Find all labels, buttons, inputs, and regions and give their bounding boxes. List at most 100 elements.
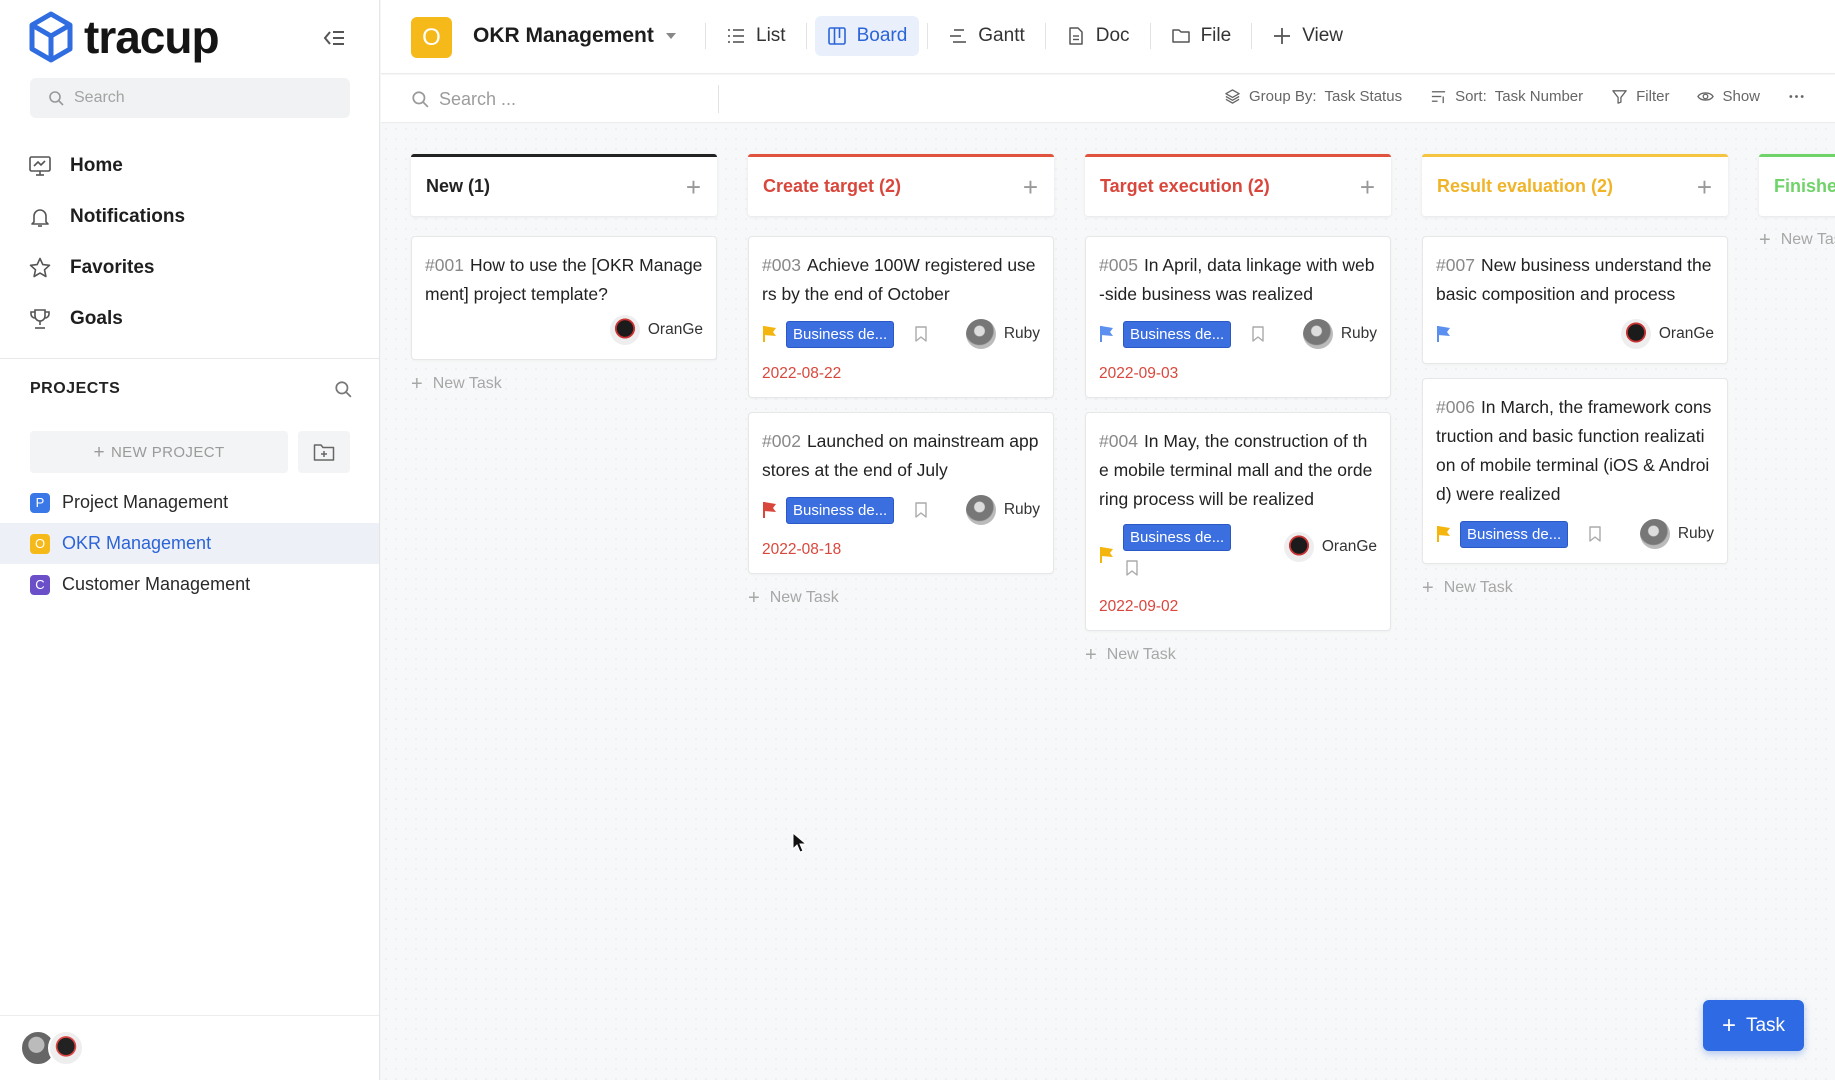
task-assignee[interactable]: Ruby — [1302, 319, 1377, 349]
priority-flag-icon[interactable] — [762, 501, 778, 519]
group-by-button[interactable]: Group By: Task Status — [1224, 88, 1402, 105]
new-task-button[interactable]: + New Task — [1759, 230, 1835, 250]
task-assignee[interactable]: Ruby — [965, 495, 1040, 525]
sort-button[interactable]: Sort: Task Number — [1430, 88, 1583, 105]
task-card[interactable]: #006 In March, the framework construction… — [1422, 378, 1728, 564]
show-button[interactable]: Show — [1697, 88, 1760, 105]
new-task-button[interactable]: + New Task — [748, 588, 1054, 608]
task-tag[interactable]: Business de... — [1123, 524, 1232, 551]
tab-list[interactable]: List — [714, 16, 798, 56]
column-header[interactable]: Result evaluation (2) + — [1422, 154, 1728, 216]
bookmark-icon[interactable] — [1586, 525, 1604, 543]
member-avatars[interactable] — [20, 1030, 84, 1066]
layers-icon — [1225, 89, 1240, 104]
tab-doc[interactable]: Doc — [1054, 16, 1142, 56]
task-title: #001 How to use the [OKR Management] proj… — [425, 251, 703, 309]
tab-file[interactable]: File — [1159, 16, 1244, 56]
add-card-icon[interactable]: + — [1360, 174, 1375, 200]
new-task-button[interactable]: + New Task — [1085, 645, 1391, 665]
tracup-logo[interactable]: tracup — [28, 10, 220, 64]
task-tag[interactable]: Business de... — [1460, 520, 1569, 548]
project-item[interactable]: C Customer Management — [0, 564, 379, 605]
avatar — [1639, 519, 1670, 549]
monitor-icon — [29, 155, 51, 176]
task-title-text: Achieve 100W registered users by the end… — [762, 255, 1036, 304]
project-item[interactable]: O OKR Management — [0, 523, 379, 564]
sidebar-search-input[interactable]: Search — [30, 78, 350, 118]
new-project-button[interactable]: + NEW PROJECT — [30, 431, 288, 473]
search-icon[interactable] — [334, 380, 352, 398]
bookmark-icon[interactable] — [912, 325, 930, 343]
avatar — [965, 319, 996, 349]
nav-item-favorites[interactable]: Favorites — [28, 242, 185, 293]
project-switcher[interactable]: OKR Management — [473, 24, 676, 48]
new-task-button[interactable]: + New Task — [1422, 578, 1728, 598]
column-header[interactable]: Target execution (2) + — [1085, 154, 1391, 216]
task-card[interactable]: #002 Launched on mainstream app stores at… — [748, 412, 1054, 574]
filter-button[interactable]: Filter — [1611, 88, 1669, 105]
star-icon — [29, 257, 51, 277]
new-folder-button[interactable] — [298, 431, 350, 473]
priority-flag-icon[interactable] — [1436, 325, 1452, 343]
filter-icon — [1612, 90, 1627, 104]
nav-item-home[interactable]: Home — [28, 140, 185, 191]
tab-board[interactable]: Board — [814, 16, 920, 56]
task-title: #005 In April, data linkage with web-side… — [1099, 251, 1377, 309]
avatar — [1620, 319, 1651, 349]
new-task-button[interactable]: + New Task — [411, 374, 717, 394]
board-column: Create target (2) + #003 Achieve 100W regis… — [748, 154, 1054, 608]
kanban-board: New (1) + #001 How to use the [OKR Manageme… — [381, 124, 1835, 1080]
assignee-name: Ruby — [1003, 501, 1040, 518]
board-search-input[interactable]: Search ... — [411, 85, 719, 113]
bookmark-icon[interactable] — [1249, 325, 1267, 343]
task-card[interactable]: #005 In April, data linkage with web-side… — [1085, 236, 1391, 398]
task-title: #004 In May, the construction of the mobi… — [1099, 427, 1377, 514]
bookmark-icon[interactable] — [912, 501, 930, 519]
main-nav: Home Notifications Favorites Goals — [28, 140, 185, 344]
task-number: #002 — [762, 431, 801, 451]
column-header[interactable]: New (1) + — [411, 154, 717, 216]
task-card[interactable]: #001 How to use the [OKR Management] proj… — [411, 236, 717, 360]
mouse-cursor-icon — [792, 832, 808, 853]
nav-item-goals[interactable]: Goals — [28, 293, 185, 344]
add-card-icon[interactable]: + — [1023, 174, 1038, 200]
task-tag[interactable]: Business de... — [786, 320, 895, 348]
tab-separator — [805, 23, 807, 49]
priority-flag-icon[interactable] — [762, 325, 778, 343]
board-search-placeholder: Search ... — [439, 88, 517, 109]
avatar — [609, 315, 640, 345]
add-card-icon[interactable]: + — [686, 174, 701, 200]
task-assignee[interactable]: OranGe — [609, 315, 703, 345]
more-options-button[interactable] — [1788, 88, 1805, 105]
priority-flag-icon[interactable] — [1436, 525, 1452, 543]
gantt-icon — [950, 29, 967, 43]
add-card-icon[interactable]: + — [1697, 174, 1712, 200]
task-assignee[interactable]: OranGe — [1283, 532, 1377, 562]
task-assignee[interactable]: Ruby — [965, 319, 1040, 349]
doc-icon — [1069, 27, 1083, 45]
bell-icon — [31, 208, 49, 227]
task-card[interactable]: #007 New business understand the basic co… — [1422, 236, 1728, 364]
tab-add-view[interactable]: View — [1260, 16, 1355, 56]
tab-gantt[interactable]: Gantt — [936, 16, 1036, 56]
nav-label: Notifications — [70, 205, 186, 227]
add-task-button[interactable]: + Task — [1703, 1000, 1804, 1051]
new-task-label: New Task — [769, 589, 839, 606]
task-title-text: How to use the [OKR Management] project … — [425, 255, 703, 304]
task-tag[interactable]: Business de... — [786, 496, 895, 524]
bookmark-icon[interactable] — [1123, 559, 1141, 577]
priority-flag-icon[interactable] — [1099, 325, 1115, 343]
task-assignee[interactable]: OranGe — [1620, 319, 1714, 349]
column-header[interactable]: Finished (0)+ — [1759, 154, 1835, 216]
task-card[interactable]: #004 In May, the construction of the mobi… — [1085, 412, 1391, 631]
board-column: New (1) + #001 How to use the [OKR Manageme… — [411, 154, 717, 394]
column-header[interactable]: Create target (2) + — [748, 154, 1054, 216]
project-item[interactable]: P Project Management — [0, 482, 379, 523]
collapse-sidebar-button[interactable] — [320, 24, 348, 52]
task-number: #001 — [425, 255, 464, 275]
new-project-label: NEW PROJECT — [110, 443, 225, 461]
task-tag[interactable]: Business de... — [1123, 320, 1232, 348]
task-card[interactable]: #003 Achieve 100W registered users by the… — [748, 236, 1054, 398]
task-assignee[interactable]: Ruby — [1639, 519, 1714, 549]
nav-item-notifications[interactable]: Notifications — [28, 191, 185, 242]
